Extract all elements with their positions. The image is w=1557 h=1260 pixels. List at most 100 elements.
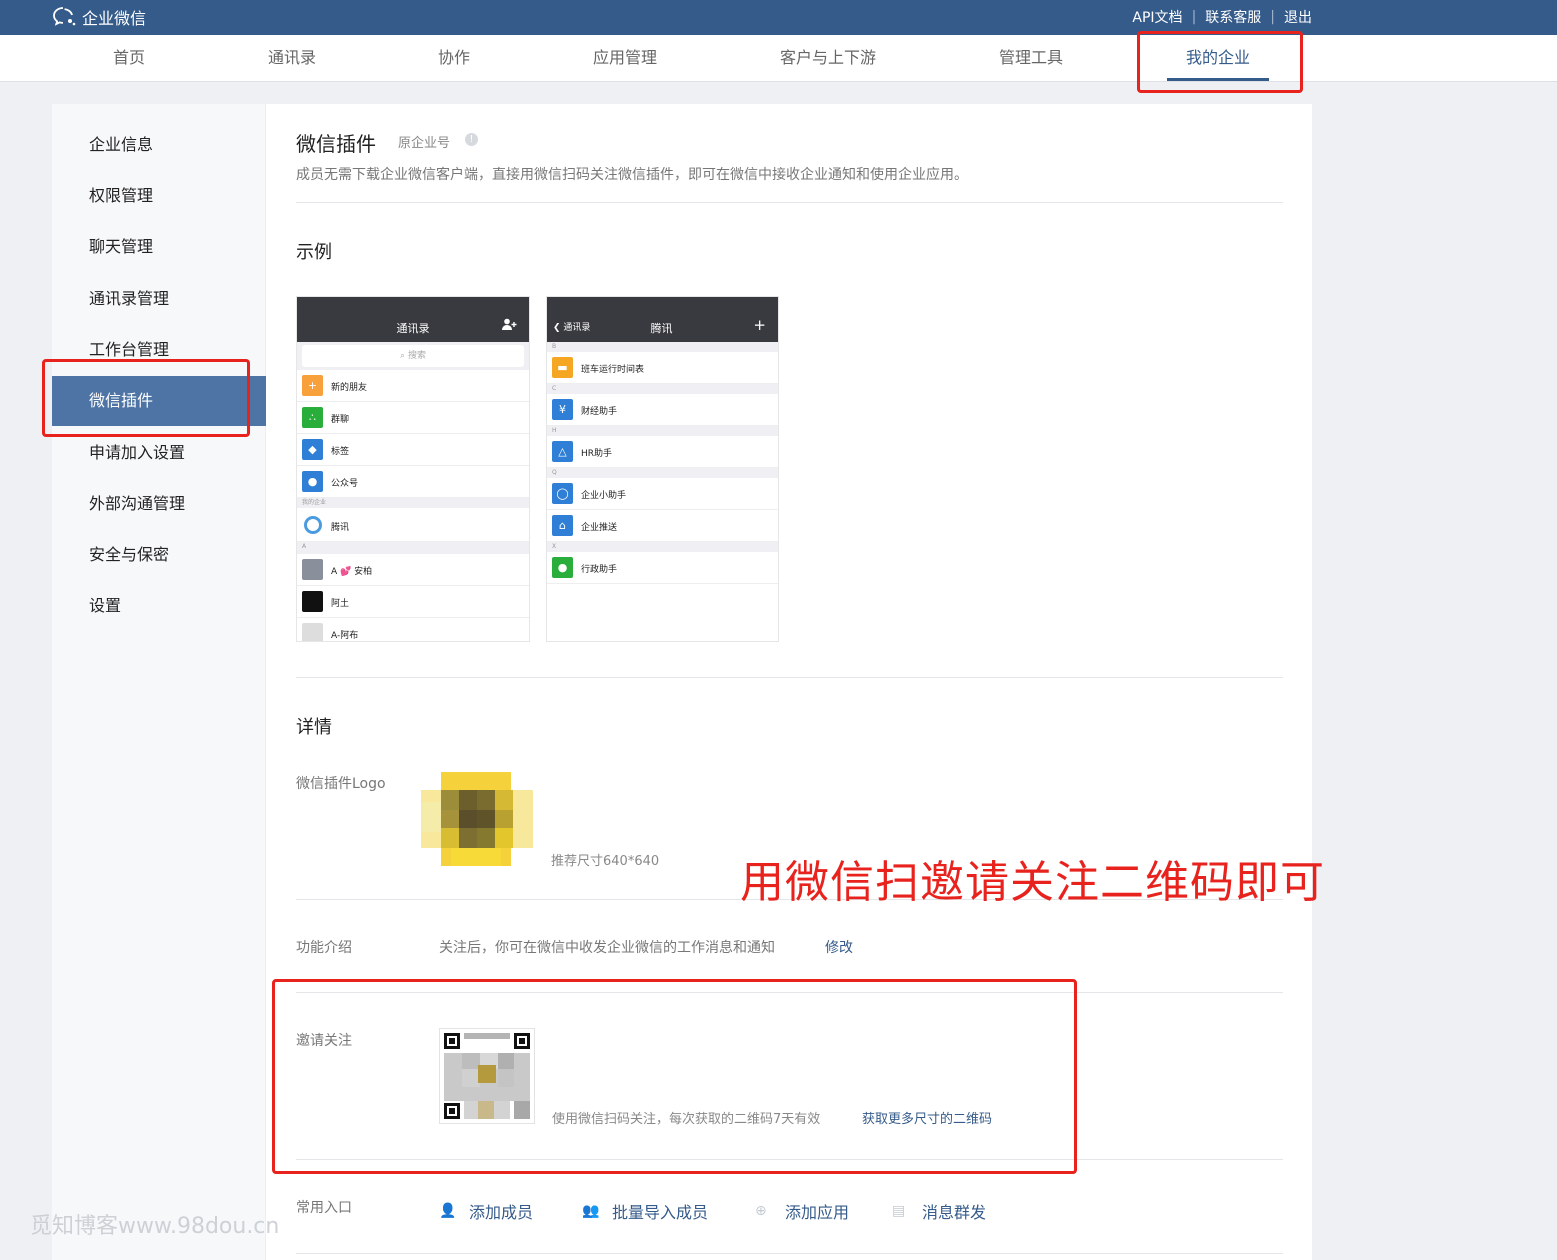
list-item: 腾讯 xyxy=(297,508,529,542)
entry-label: 添加成员 xyxy=(469,1203,534,1222)
separator: | xyxy=(1191,9,1197,25)
list-item-label: 阿土 xyxy=(331,599,350,609)
highlight-box-invite xyxy=(272,979,1077,1174)
edit-intro-link[interactable]: 修改 xyxy=(825,937,853,957)
list-item: ∴ 群聊 xyxy=(297,402,529,434)
phone-title: 腾讯 xyxy=(650,322,673,335)
search-icon: ⌕ xyxy=(400,351,408,361)
nav-customers[interactable]: 客户与上下游 xyxy=(780,35,876,82)
phone-header: 通讯录 xyxy=(297,297,529,342)
list-item: ◆ 标签 xyxy=(297,434,529,466)
contact-support-link[interactable]: 联系客服 xyxy=(1205,7,1261,27)
add-friend-icon xyxy=(501,316,517,334)
sidebar-item-external-communication[interactable]: 外部沟通管理 xyxy=(52,479,266,529)
list-item: ● 行政助手 xyxy=(547,552,778,584)
help-icon[interactable]: ! xyxy=(465,133,478,146)
sidebar-item-chat-management[interactable]: 聊天管理 xyxy=(52,222,266,272)
sidebar-item-settings[interactable]: 设置 xyxy=(52,581,266,631)
search-placeholder: 搜索 xyxy=(407,351,426,361)
sidebar: 企业信息 权限管理 聊天管理 通讯录管理 工作台管理 微信插件 申请加入设置 外… xyxy=(52,104,266,1260)
list-item-label: 腾讯 xyxy=(331,523,350,533)
example-heading: 示例 xyxy=(296,242,332,263)
wework-logo-icon xyxy=(53,7,76,26)
intro-value: 关注后，你可在微信中收发企业微信的工作消息和通知 xyxy=(439,940,775,956)
sidebar-item-security[interactable]: 安全与保密 xyxy=(52,530,266,580)
list-item: ⌂ 企业推送 xyxy=(547,510,778,542)
group-chat-icon: ∴ xyxy=(302,407,323,428)
watermark: 觅知博客www.98dou.cn xyxy=(30,1214,280,1239)
entry-label: 添加应用 xyxy=(785,1203,850,1222)
page-description: 成员无需下载企业微信客户端，直接用微信扫码关注微信插件，即可在微信中接收企业通知… xyxy=(296,167,968,183)
add-app-icon: ⊕ xyxy=(755,1203,767,1219)
plus-icon: + xyxy=(753,316,766,334)
add-member-icon: 👤 xyxy=(439,1203,457,1219)
list-item: ¥ 财经助手 xyxy=(547,394,778,426)
intro-label: 功能介绍 xyxy=(296,940,352,956)
list-item: A-阿布 xyxy=(297,618,529,641)
sidebar-item-company-info[interactable]: 企业信息 xyxy=(52,120,266,170)
entry-label: 批量导入成员 xyxy=(612,1203,709,1222)
logo-size-hint: 推荐尺寸640*640 xyxy=(551,854,660,869)
list-item-label: 公众号 xyxy=(331,479,359,489)
tag-icon: ◆ xyxy=(302,439,323,460)
add-member-entry[interactable]: 👤 添加成员 xyxy=(439,1199,533,1223)
list-item: A 💕 安柏 xyxy=(297,554,529,586)
list-item: △ HR助手 xyxy=(547,436,778,468)
new-friends-icon: + xyxy=(302,375,323,396)
sidebar-item-permissions[interactable]: 权限管理 xyxy=(52,171,266,221)
logout-link[interactable]: 退出 xyxy=(1284,7,1312,27)
broadcast-message-entry[interactable]: ▤ 消息群发 xyxy=(892,1199,986,1223)
list-item-label: 企业小助手 xyxy=(581,491,627,501)
nav-app-management[interactable]: 应用管理 xyxy=(593,35,657,82)
example-phone-contacts: 通讯录 ⌕ 搜索 + 新的朋友 ∴ 群聊 ◆ 标签 ● 公众号 我的企业 腾讯 A A … xyxy=(296,296,530,642)
list-item-label: A-阿布 xyxy=(331,631,359,641)
nav-collaboration[interactable]: 协作 xyxy=(438,35,470,82)
nav-home[interactable]: 首页 xyxy=(113,35,145,82)
group-header: H xyxy=(547,426,778,436)
plugin-logo-image[interactable] xyxy=(421,772,533,866)
list-item-label: 标签 xyxy=(331,447,350,457)
phone-search: ⌕ 搜索 xyxy=(297,342,529,370)
import-members-icon: 👥 xyxy=(582,1203,600,1219)
nav-contacts[interactable]: 通讯录 xyxy=(268,35,316,82)
entries-label: 常用入口 xyxy=(296,1200,352,1216)
tencent-logo-icon xyxy=(304,516,322,534)
highlight-box-nav xyxy=(1137,31,1303,93)
phone-title: 通讯录 xyxy=(396,322,430,335)
broadcast-message-icon: ▤ xyxy=(892,1203,906,1219)
nav-admin-tools[interactable]: 管理工具 xyxy=(999,35,1063,82)
add-app-entry[interactable]: ⊕ 添加应用 xyxy=(755,1199,849,1223)
group-header: B xyxy=(547,342,778,352)
api-docs-link[interactable]: API文档 xyxy=(1132,7,1182,27)
group-header: X xyxy=(547,542,778,552)
logo-label: 微信插件Logo xyxy=(296,776,386,792)
avatar-icon xyxy=(302,591,323,612)
bus-icon: ▬ xyxy=(552,357,573,378)
avatar-icon xyxy=(302,623,323,641)
list-item-label: 企业推送 xyxy=(581,523,618,533)
highlight-box-sidebar xyxy=(42,359,250,437)
divider xyxy=(296,202,1283,203)
page-subtitle: 原企业号 xyxy=(398,136,451,151)
list-item: 阿土 xyxy=(297,586,529,618)
entry-label: 消息群发 xyxy=(922,1203,987,1222)
top-bar: 企业微信 API文档 | 联系客服 | 退出 xyxy=(0,0,1557,35)
list-item: ● 公众号 xyxy=(297,466,529,498)
avatar-icon xyxy=(302,559,323,580)
list-item-label: HR助手 xyxy=(581,449,613,459)
official-account-icon: ● xyxy=(302,471,323,492)
divider xyxy=(296,677,1283,678)
annotation-text: 用微信扫邀请关注二维码即可 xyxy=(740,857,1325,908)
top-links: API文档 | 联系客服 | 退出 xyxy=(1132,7,1312,27)
brand[interactable]: 企业微信 xyxy=(52,5,146,29)
sidebar-item-contacts-management[interactable]: 通讯录管理 xyxy=(52,274,266,324)
example-phone-company: ❮ 通讯录 腾讯 + B ▬ 班车运行时间表 C ¥ 财经助手 H △ HR助手 Q … xyxy=(546,296,779,642)
import-members-entry[interactable]: 👥 批量导入成员 xyxy=(582,1199,708,1223)
list-item: ◯ 企业小助手 xyxy=(547,478,778,510)
list-item-label: 群聊 xyxy=(331,415,350,425)
group-header: Q xyxy=(547,468,778,478)
chat-bubble-icon: ◯ xyxy=(552,483,573,504)
group-header: A xyxy=(297,542,529,554)
hr-icon: △ xyxy=(552,441,573,462)
main-nav: 首页 通讯录 协作 应用管理 客户与上下游 管理工具 我的企业 xyxy=(0,35,1557,82)
